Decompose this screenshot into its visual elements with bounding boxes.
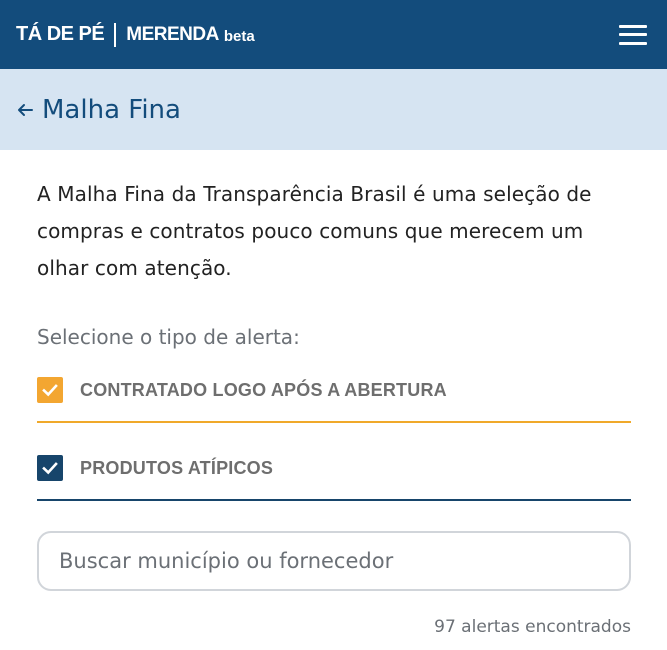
brand-name: TÁ DE PÉ — [16, 23, 105, 45]
filter-label: CONTRATADO LOGO APÓS A ABERTURA — [80, 379, 447, 400]
brand-divider — [114, 22, 117, 47]
menu-line — [619, 33, 647, 36]
search-box[interactable] — [37, 531, 631, 591]
main-content: A Malha Fina da Transparência Brasil é u… — [0, 176, 667, 637]
intro-text: A Malha Fina da Transparência Brasil é u… — [37, 182, 592, 280]
filter-produtos-atipicos[interactable]: PRODUTOS ATÍPICOS — [37, 437, 631, 501]
site-logo[interactable]: TÁ DE PÉ MERENDA beta — [16, 22, 255, 47]
hamburger-menu-icon[interactable] — [619, 24, 647, 45]
check-icon — [42, 462, 58, 475]
top-navigation-bar: TÁ DE PÉ MERENDA beta — [0, 0, 667, 69]
arrow-left-icon — [18, 103, 33, 116]
check-icon — [42, 384, 58, 397]
filter-section-label: Selecione o tipo de alerta: — [37, 325, 300, 349]
filter-contratado-logo-apos-abertura[interactable]: CONTRATADO LOGO APÓS A ABERTURA — [37, 359, 631, 423]
results-count: 97 alertas encontrados — [434, 617, 631, 637]
menu-line — [619, 24, 647, 28]
beta-badge: beta — [223, 28, 255, 45]
brand-product: MERENDA — [126, 23, 219, 45]
menu-line — [619, 41, 647, 45]
search-input[interactable] — [59, 549, 609, 573]
checkbox-checked[interactable] — [37, 455, 63, 481]
filter-label: PRODUTOS ATÍPICOS — [80, 457, 274, 478]
page-title: Malha Fina — [42, 94, 181, 125]
back-button[interactable]: Malha Fina — [16, 95, 181, 125]
checkbox-checked[interactable] — [37, 377, 63, 403]
page-header: Malha Fina — [0, 69, 667, 150]
